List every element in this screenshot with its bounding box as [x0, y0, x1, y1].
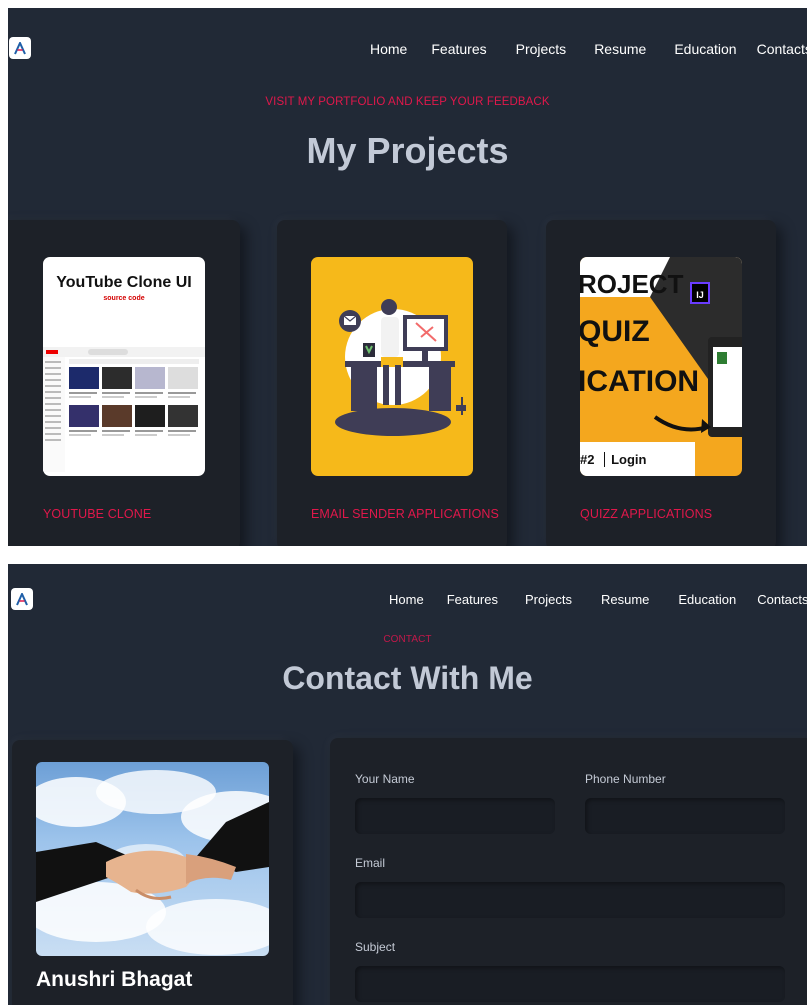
youtube-ui-preview [43, 347, 205, 472]
your-name-input[interactable] [355, 798, 555, 834]
project-card-youtube[interactable]: YouTube Clone UI source code YOUTUBE CLO… [8, 220, 240, 546]
email-sender-thumbnail[interactable] [311, 257, 473, 476]
nav-features[interactable]: Features [447, 592, 498, 607]
nav-contacts[interactable]: Contacts [757, 592, 807, 607]
nav-resume[interactable]: Resume [594, 41, 646, 57]
quiz-step-label: Login [611, 452, 647, 467]
contact-screenshot: Home Features Projects Resume Education … [8, 564, 807, 1005]
nav-education[interactable]: Education [674, 41, 736, 57]
logo-a-icon [16, 592, 28, 605]
project-card-title: YOUTUBE CLONE [43, 507, 152, 521]
main-nav: Home Features Projects Resume Education … [389, 592, 807, 607]
section-title: My Projects [306, 130, 509, 171]
nav-features[interactable]: Features [431, 41, 486, 57]
phone-number-input[interactable] [585, 798, 785, 834]
nav-home[interactable]: Home [370, 41, 407, 57]
quiz-line1: ROJECT [580, 269, 684, 299]
quiz-line3: ICATION [580, 365, 700, 398]
youtube-clone-thumbnail[interactable]: YouTube Clone UI source code [43, 257, 205, 476]
email-input[interactable] [355, 882, 785, 918]
project-card-title: QUIZZ APPLICATIONS [580, 507, 713, 521]
contact-form-card: Your Name Phone Number Email Subject [330, 738, 807, 1005]
quiz-app-thumbnail[interactable]: IJ ROJECT QUIZ ICATION #2 Login [580, 257, 742, 476]
project-card-title: EMAIL SENDER APPLICATIONS [311, 507, 499, 521]
profile-card: Anushri Bhagat [12, 740, 293, 1005]
nav-resume[interactable]: Resume [601, 592, 649, 607]
projects-screenshot: Home Features Projects Resume Education … [8, 8, 807, 546]
section-title: Contact With Me [282, 660, 533, 696]
quiz-badge-icon: IJ [690, 282, 710, 304]
handshake-photo [36, 762, 269, 956]
nav-projects[interactable]: Projects [516, 41, 567, 57]
phone-number-label: Phone Number [585, 772, 666, 786]
nav-home[interactable]: Home [389, 592, 424, 607]
your-name-label: Your Name [355, 772, 415, 786]
project-card-email[interactable]: EMAIL SENDER APPLICATIONS [277, 220, 507, 546]
thumb-headline: YouTube Clone UI [56, 274, 192, 291]
subject-input[interactable] [355, 966, 785, 1002]
main-nav: Home Features Projects Resume Education … [370, 41, 807, 57]
email-label: Email [355, 856, 386, 870]
handshake-illustration [36, 770, 269, 955]
logo[interactable] [9, 37, 31, 59]
thumb-subtitle: source code [103, 295, 145, 302]
subject-label: Subject [355, 940, 396, 954]
quiz-line2: QUIZ [580, 315, 650, 348]
quiz-step: #2 Login [580, 452, 646, 467]
quiz-step-number: #2 [580, 452, 595, 467]
section-kicker: CONTACT [383, 634, 432, 645]
nav-contacts[interactable]: Contacts [757, 41, 807, 57]
nav-education[interactable]: Education [678, 592, 736, 607]
profile-name: Anushri Bhagat [36, 968, 193, 991]
logo-a-icon [14, 41, 26, 54]
email-developer-illustration [335, 299, 466, 436]
nav-projects[interactable]: Projects [525, 592, 572, 607]
logo[interactable] [11, 588, 33, 610]
project-card-quiz[interactable]: IJ ROJECT QUIZ ICATION #2 Login QUIZZ AP… [546, 220, 776, 546]
section-kicker: VISIT MY PORTFOLIO AND KEEP YOUR FEEDBAC… [265, 96, 550, 108]
